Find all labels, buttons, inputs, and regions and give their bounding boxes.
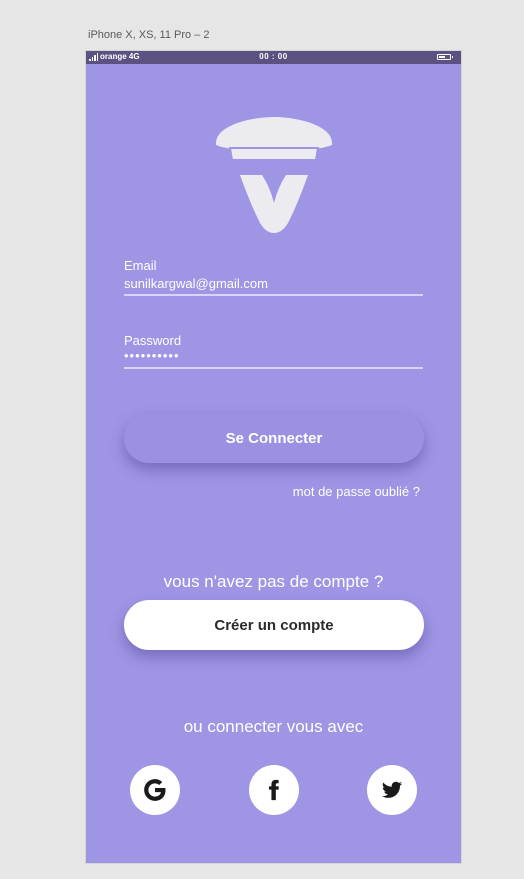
- google-icon: [144, 779, 166, 801]
- login-button[interactable]: Se Connecter: [124, 413, 424, 463]
- password-underline: [124, 367, 423, 369]
- facebook-icon: [268, 779, 279, 801]
- email-input[interactable]: sunilkargwal@gmail.com: [124, 276, 423, 291]
- status-time: 00 : 00: [259, 52, 288, 61]
- email-field[interactable]: Email sunilkargwal@gmail.com: [124, 258, 423, 296]
- password-field[interactable]: Password ••••••••••: [124, 333, 423, 369]
- twitter-icon: [381, 781, 403, 798]
- facebook-login-button[interactable]: [249, 765, 299, 815]
- battery-icon: [437, 54, 453, 60]
- forgot-password-link[interactable]: mot de passe oublié ?: [293, 484, 420, 499]
- email-underline: [124, 294, 423, 296]
- google-login-button[interactable]: [130, 765, 180, 815]
- artboard-label: iPhone X, XS, 11 Pro – 2: [88, 29, 210, 41]
- password-input[interactable]: ••••••••••: [124, 349, 423, 362]
- password-label: Password: [124, 333, 182, 348]
- create-account-button-label: Créer un compte: [214, 616, 334, 634]
- login-button-label: Se Connecter: [225, 429, 323, 447]
- phone-screen: orange 4G 00 : 00 Email sunilkargwal@gma…: [86, 51, 461, 863]
- no-account-text: vous n'avez pas de compte ?: [163, 572, 384, 591]
- twitter-login-button[interactable]: [367, 765, 417, 815]
- email-label: Email: [124, 258, 157, 273]
- create-account-button[interactable]: Créer un compte: [124, 600, 424, 650]
- connect-with-text: ou connecter vous avec: [183, 717, 364, 736]
- status-bar: orange 4G 00 : 00: [86, 51, 461, 64]
- app-logo: [215, 117, 333, 233]
